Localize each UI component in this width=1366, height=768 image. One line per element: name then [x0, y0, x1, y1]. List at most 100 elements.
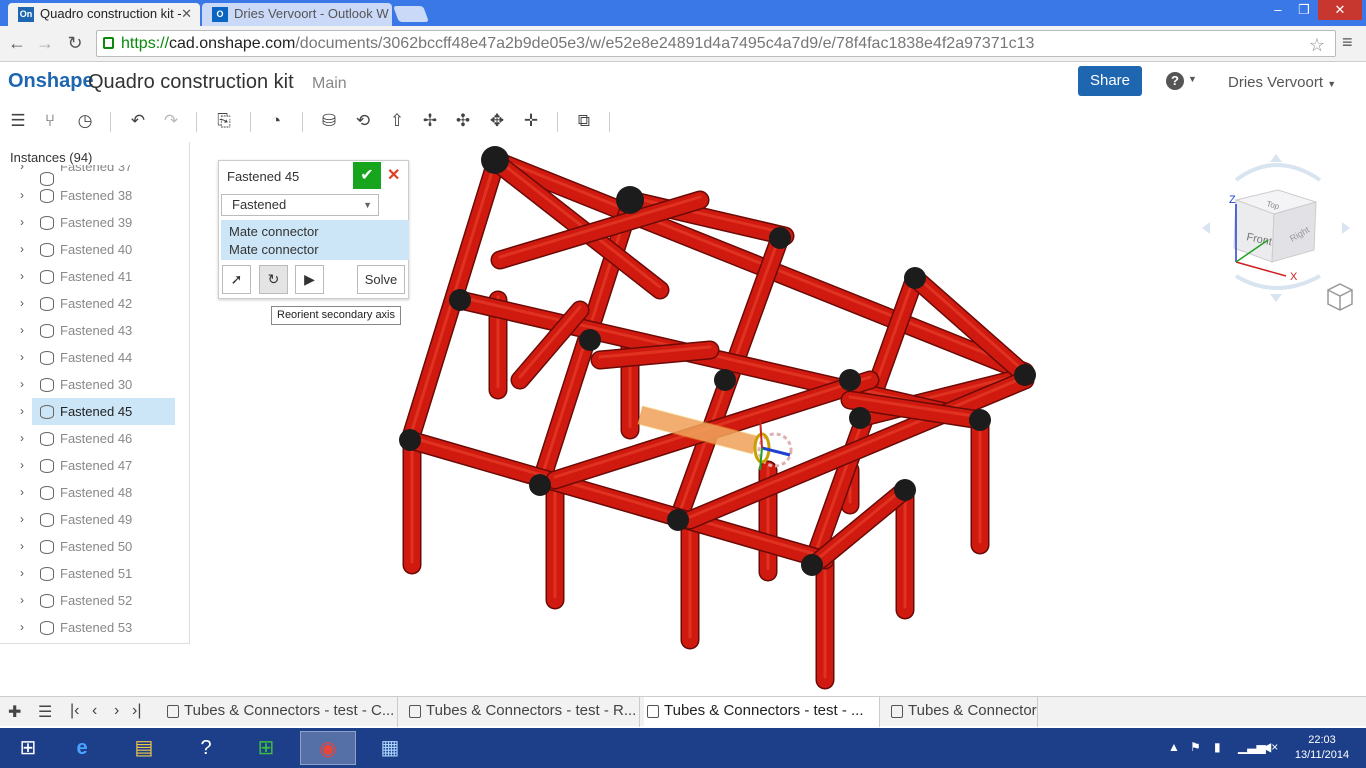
- connector[interactable]: [801, 554, 823, 576]
- next-tab-icon[interactable]: ›: [114, 702, 119, 720]
- restore-icon[interactable]: ❐: [1292, 0, 1316, 20]
- group-icon[interactable]: ⧉: [573, 110, 595, 132]
- document-tab[interactable]: Tubes & Connectors - test - ...: [644, 697, 880, 727]
- browser-menu-icon[interactable]: ≡: [1342, 32, 1353, 53]
- pin-slot-mate-icon[interactable]: ✥: [486, 110, 508, 132]
- connector[interactable]: [769, 227, 791, 249]
- chevron-right-icon[interactable]: ›: [20, 533, 24, 560]
- chevron-down-icon[interactable]: ▼: [1188, 74, 1197, 84]
- connector[interactable]: [1014, 364, 1036, 386]
- first-tab-icon[interactable]: |‹: [70, 702, 79, 720]
- instance-item[interactable]: › Fastened 43: [0, 317, 189, 344]
- cylindrical-mate-icon[interactable]: ✣: [452, 110, 474, 132]
- chevron-right-icon[interactable]: ›: [20, 290, 24, 317]
- versions-graph-icon[interactable]: ⑂: [39, 110, 61, 132]
- insert-part-icon[interactable]: ⎘: [213, 110, 235, 132]
- action-center-icon[interactable]: ⚑: [1190, 740, 1201, 754]
- view-cube[interactable]: Top Front Right Z X: [1196, 150, 1356, 320]
- connector[interactable]: [529, 474, 551, 496]
- chevron-right-icon[interactable]: ›: [20, 236, 24, 263]
- ridge-tube[interactable]: [485, 150, 1035, 382]
- close-window-icon[interactable]: ✕: [1318, 0, 1362, 20]
- chevron-right-icon[interactable]: ›: [20, 209, 24, 236]
- flip-primary-axis-button[interactable]: ➚: [222, 265, 251, 294]
- instance-item[interactable]: › Fastened 38: [0, 182, 189, 209]
- chevron-right-icon[interactable]: ›: [20, 263, 24, 290]
- chevron-right-icon[interactable]: ›: [20, 479, 24, 506]
- chrome-icon[interactable]: ◉: [300, 731, 356, 765]
- help-support-icon[interactable]: ?: [178, 731, 234, 765]
- instance-item[interactable]: › Fastened 46: [0, 425, 189, 452]
- bookmark-star-icon[interactable]: ☆: [1309, 33, 1325, 58]
- instance-item[interactable]: › Fastened 44: [0, 344, 189, 371]
- chevron-right-icon[interactable]: ›: [20, 317, 24, 344]
- redo-icon[interactable]: ↷: [160, 110, 182, 132]
- instance-item[interactable]: › Fastened 39: [0, 209, 189, 236]
- show-hidden-icons[interactable]: ▲: [1168, 740, 1180, 754]
- chevron-right-icon[interactable]: ›: [20, 560, 24, 587]
- mate-connectors-list[interactable]: Mate connector Mate connector: [221, 220, 409, 260]
- volume-muted-icon[interactable]: ◀×: [1262, 740, 1278, 754]
- solve-button[interactable]: Solve: [357, 265, 405, 294]
- instance-item[interactable]: › Fastened 45: [20, 398, 175, 425]
- file-explorer-icon[interactable]: ▤: [116, 731, 172, 765]
- revolute-mate-icon[interactable]: ⟲: [352, 110, 374, 132]
- undo-icon[interactable]: ↶: [127, 110, 149, 132]
- chevron-right-icon[interactable]: ›: [20, 165, 24, 172]
- connector[interactable]: [399, 429, 421, 451]
- connector[interactable]: [667, 509, 689, 531]
- cancel-x-icon[interactable]: ✕: [387, 165, 400, 185]
- instance-item[interactable]: › Fastened 47: [0, 452, 189, 479]
- control-panel-icon[interactable]: ▦: [362, 731, 418, 765]
- connector[interactable]: [839, 369, 861, 391]
- minimize-icon[interactable]: –: [1266, 0, 1290, 20]
- connector[interactable]: [969, 409, 991, 431]
- prev-tab-icon[interactable]: ‹: [92, 702, 97, 720]
- connector[interactable]: [894, 479, 916, 501]
- chevron-right-icon[interactable]: ›: [20, 371, 24, 398]
- slider-mate-icon[interactable]: ⇧: [386, 110, 408, 132]
- document-tab[interactable]: Tubes & Connectors - test - C...: [164, 697, 398, 727]
- chevron-right-icon[interactable]: ›: [20, 398, 24, 425]
- connector[interactable]: [849, 407, 871, 429]
- model-viewport[interactable]: [380, 140, 1070, 696]
- browser-tab-onshape[interactable]: On Quadro construction kit - ✕: [8, 3, 200, 26]
- instance-item[interactable]: › Fastened 30: [0, 371, 189, 398]
- instance-item[interactable]: › Fastened 37: [0, 165, 189, 186]
- instance-item[interactable]: › Fastened 51: [0, 560, 189, 587]
- reload-icon[interactable]: ↻: [64, 32, 86, 54]
- ball-mate-icon[interactable]: ✛: [520, 110, 542, 132]
- menu-icon[interactable]: ☰: [7, 110, 29, 132]
- instance-item[interactable]: › Fastened 48: [0, 479, 189, 506]
- mate-type-select[interactable]: Fastened ▼: [221, 194, 379, 216]
- chevron-right-icon[interactable]: ›: [20, 425, 24, 452]
- instance-item[interactable]: › Fastened 40: [0, 236, 189, 263]
- connector[interactable]: [449, 289, 471, 311]
- connector[interactable]: [481, 146, 509, 174]
- home-view-icon[interactable]: [1327, 283, 1353, 311]
- user-menu[interactable]: Dries Vervoort ▼: [1228, 74, 1336, 91]
- fastened-mate-icon[interactable]: ⛁: [318, 110, 340, 132]
- document-tab[interactable]: Tubes & Connectors - test - R...: [406, 697, 640, 727]
- chevron-right-icon[interactable]: ›: [20, 587, 24, 614]
- tab-list-icon[interactable]: ☰: [38, 702, 52, 722]
- rotate-arc-icon[interactable]: [1234, 274, 1321, 290]
- beam-tube[interactable]: [590, 340, 720, 370]
- chevron-right-icon[interactable]: ›: [20, 344, 24, 371]
- instance-item[interactable]: › Fastened 42: [0, 290, 189, 317]
- share-button[interactable]: Share: [1078, 66, 1142, 96]
- document-tab[interactable]: Tubes & Connector: [888, 697, 1038, 727]
- reorient-secondary-axis-button[interactable]: ↻: [259, 265, 288, 294]
- new-tab-button[interactable]: [393, 6, 429, 22]
- instance-item[interactable]: › Fastened 49: [0, 506, 189, 533]
- browser-tab-outlook[interactable]: O Dries Vervoort - Outlook W: [202, 3, 392, 26]
- mate-connector-icon[interactable]: ◔: [265, 110, 287, 132]
- connector[interactable]: [904, 267, 926, 289]
- system-clock[interactable]: 22:03 13/11/2014: [1290, 733, 1354, 763]
- windows-start-icon[interactable]: ⊞: [0, 731, 56, 765]
- mate-connector-item[interactable]: Mate connector: [229, 223, 401, 241]
- instance-item[interactable]: › Fastened 52: [0, 587, 189, 614]
- document-title[interactable]: Quadro construction kit: [88, 71, 294, 94]
- onshape-logo[interactable]: Onshape: [8, 70, 94, 93]
- chevron-right-icon[interactable]: ›: [20, 506, 24, 533]
